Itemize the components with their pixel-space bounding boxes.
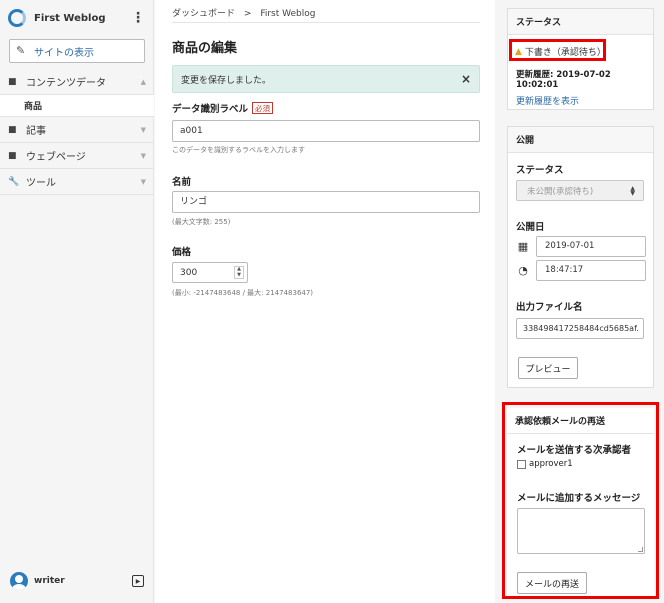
page-title: 商品の編集 bbox=[172, 41, 238, 56]
status-card-title: ステータス bbox=[508, 9, 653, 35]
resend-highlight-box bbox=[502, 402, 659, 599]
sidebar-item-label: ウェブページ bbox=[26, 152, 86, 163]
preview-button[interactable]: プレビュー bbox=[518, 357, 578, 379]
price-input[interactable]: 300 ▲ ▼ bbox=[172, 262, 248, 283]
view-site-button[interactable]: ✎ サイトの表示 bbox=[9, 39, 145, 63]
movable-type-logo-icon bbox=[8, 9, 26, 27]
data-label-input[interactable]: a001 bbox=[172, 120, 480, 142]
breadcrumb-separator: > bbox=[243, 9, 252, 19]
chevron-down-icon: ▼ bbox=[140, 125, 146, 134]
sidebar: First Weblog ⋮ ✎ サイトの表示 ■ コンテンツデータ ▲ 商品 … bbox=[0, 0, 154, 603]
name-input[interactable]: リンゴ bbox=[172, 191, 480, 213]
data-label-field-label: データ識別ラベル 必須 bbox=[172, 101, 274, 115]
brand: First Weblog ⋮ bbox=[0, 0, 153, 36]
publish-card-title: 公開 bbox=[508, 127, 653, 153]
stepper-icon[interactable]: ▲ ▼ bbox=[234, 266, 244, 279]
username[interactable]: writer bbox=[34, 576, 132, 586]
view-site-label: サイトの表示 bbox=[34, 47, 94, 59]
sidebar-item-content-data[interactable]: ■ コンテンツデータ ▲ bbox=[0, 69, 154, 95]
sidebar-item-tools[interactable]: 🔧 ツール ▼ bbox=[0, 169, 154, 195]
entries-icon: ■ bbox=[8, 124, 17, 135]
chevron-up-icon: ▲ bbox=[140, 77, 146, 86]
clock-icon[interactable]: ◔ bbox=[516, 264, 530, 277]
publish-card: 公開 ステータス 未公開(承認待ち) ▲ ▼ 公開日 ▦ 2019-07-01 ◔… bbox=[507, 126, 654, 388]
divider bbox=[172, 22, 480, 23]
more-menu-icon[interactable]: ⋮ bbox=[131, 11, 145, 25]
sidebar-nav: ■ コンテンツデータ ▲ 商品 ■ 記事 ▼ ■ ウェブページ ▼ 🔧 ツール … bbox=[0, 69, 154, 195]
sidebar-item-label: コンテンツデータ bbox=[26, 78, 106, 89]
site-title[interactable]: First Weblog bbox=[34, 13, 131, 24]
breadcrumb-site[interactable]: First Weblog bbox=[260, 9, 315, 19]
status-card: ステータス ▲ 下書き（承認待ち） 更新履歴: 2019-07-02 10:02… bbox=[507, 8, 654, 110]
user-section: writer ▶ bbox=[10, 572, 144, 590]
status-select-value: 未公開(承認待ち) bbox=[527, 186, 594, 197]
sidebar-item-entries[interactable]: ■ 記事 ▼ bbox=[0, 117, 154, 143]
output-filename-label: 出力ファイル名 bbox=[516, 302, 583, 313]
wrench-icon: 🔧 bbox=[8, 176, 20, 187]
sidebar-item-product[interactable]: 商品 bbox=[0, 95, 154, 117]
avatar[interactable] bbox=[10, 572, 28, 590]
webpages-icon: ■ bbox=[8, 150, 17, 161]
play-icon[interactable]: ▶ bbox=[132, 575, 144, 587]
output-filename-input[interactable]: 338498417258484cd5685af. bbox=[516, 318, 644, 339]
time-row: ◔ 18:47:17 bbox=[516, 260, 646, 281]
breadcrumb: ダッシュボード > First Weblog bbox=[172, 6, 315, 19]
alert-message: 変更を保存しました。 bbox=[181, 75, 272, 86]
time-input[interactable]: 18:47:17 bbox=[536, 260, 646, 281]
sidebar-item-webpages[interactable]: ■ ウェブページ ▼ bbox=[0, 143, 154, 169]
select-arrows-icon: ▲ ▼ bbox=[630, 184, 635, 197]
publish-date-label: 公開日 bbox=[516, 222, 545, 233]
name-hint: (最大文字数: 255) bbox=[172, 218, 231, 226]
price-hint: (最小: -2147483648 / 最大: 2147483647) bbox=[172, 289, 314, 297]
status-select[interactable]: 未公開(承認待ち) ▲ ▼ bbox=[516, 180, 644, 201]
view-history-link[interactable]: 更新履歴を表示 bbox=[516, 94, 579, 107]
sidebar-item-label: ツール bbox=[26, 178, 56, 189]
status-label: ステータス bbox=[516, 165, 564, 176]
field-label-text: データ識別ラベル bbox=[172, 104, 249, 115]
required-badge: 必須 bbox=[252, 102, 274, 114]
success-alert: 変更を保存しました。 × bbox=[172, 65, 480, 93]
sidebar-item-label: 記事 bbox=[26, 126, 46, 137]
date-input[interactable]: 2019-07-01 bbox=[536, 236, 646, 257]
right-panel: ステータス ▲ 下書き（承認待ち） 更新履歴: 2019-07-02 10:02… bbox=[496, 0, 664, 603]
chevron-down-icon: ▼ bbox=[140, 177, 146, 186]
date-row: ▦ 2019-07-01 bbox=[516, 236, 646, 257]
calendar-icon[interactable]: ▦ bbox=[516, 240, 530, 253]
data-label-hint: このデータを識別するラベルを入力します bbox=[172, 146, 305, 154]
highlight-box bbox=[509, 39, 606, 61]
content-data-icon: ■ bbox=[8, 76, 17, 87]
external-edit-icon: ✎ bbox=[16, 44, 26, 57]
history-text: 更新履歴: 2019-07-02 10:02:01 bbox=[516, 70, 611, 90]
main-content: ダッシュボード > First Weblog 商品の編集 変更を保存しました。 … bbox=[155, 0, 495, 603]
breadcrumb-dashboard[interactable]: ダッシュボード bbox=[172, 9, 235, 19]
price-field-label: 価格 bbox=[172, 247, 192, 258]
name-field-label: 名前 bbox=[172, 177, 192, 188]
chevron-down-icon: ▼ bbox=[140, 151, 146, 160]
close-icon[interactable]: × bbox=[461, 72, 471, 86]
price-value: 300 bbox=[180, 267, 198, 278]
